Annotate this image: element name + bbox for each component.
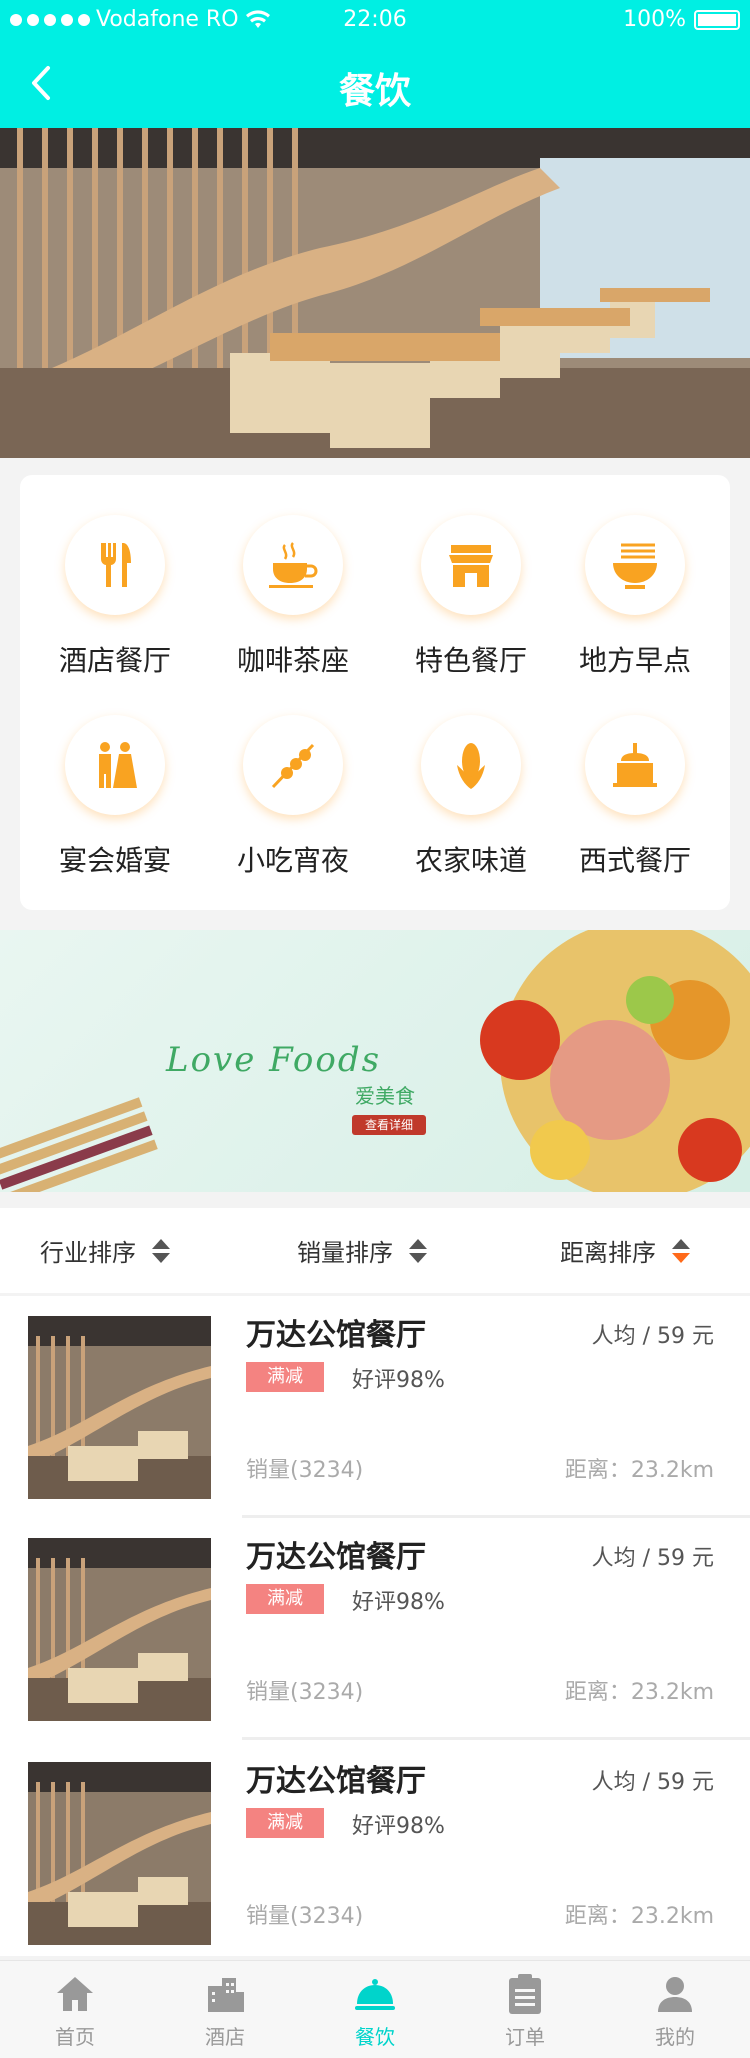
- list-item[interactable]: 万达公馆餐厅 人均 / 59 元 满减 好评98% 销量(3234) 距离：23…: [0, 1742, 750, 1956]
- category-snacks[interactable]: 小吃宵夜: [208, 715, 378, 895]
- noodle-bowl-icon: [585, 515, 685, 615]
- battery-info: 100%: [623, 7, 740, 32]
- category-wedding[interactable]: 宴会婚宴: [30, 715, 200, 895]
- sort-industry[interactable]: 行业排序: [40, 1233, 170, 1268]
- clipboard-icon: [450, 1969, 600, 2019]
- restaurant-rating: 好评98%: [352, 1590, 445, 1615]
- skewer-icon: [243, 715, 343, 815]
- category-breakfast[interactable]: 地方早点: [550, 515, 720, 695]
- category-label: 小吃宵夜: [236, 844, 349, 877]
- cloche-icon: [300, 1969, 450, 2019]
- tab-dining[interactable]: 餐饮: [300, 1969, 450, 2050]
- category-label: 特色餐厅: [414, 644, 527, 677]
- divider: [242, 1737, 750, 1740]
- tab-profile[interactable]: 我的: [600, 1969, 750, 2050]
- restaurant-distance: 距离：23.2km: [564, 1458, 714, 1483]
- cake-icon: [585, 715, 685, 815]
- tab-label: 首页: [55, 2025, 95, 2049]
- category-label: 农家味道: [414, 844, 527, 877]
- tab-label: 订单: [505, 2025, 545, 2049]
- sort-arrows-icon: [409, 1238, 427, 1263]
- battery-percent: 100%: [623, 7, 686, 32]
- restaurant-distance: 距离：23.2km: [564, 1904, 714, 1929]
- hero-image: [0, 128, 750, 458]
- restaurant-price: 人均 / 59 元: [591, 1546, 714, 1571]
- banner-detail-button[interactable]: 查看详细: [352, 1115, 426, 1135]
- restaurant-rating: 好评98%: [352, 1814, 445, 1839]
- sort-bar: 行业排序 销量排序 距离排序: [0, 1208, 750, 1293]
- restaurant-rating: 好评98%: [352, 1368, 445, 1393]
- fork-knife-icon: [65, 515, 165, 615]
- category-western[interactable]: 西式餐厅: [550, 715, 720, 895]
- list-item[interactable]: 万达公馆餐厅 人均 / 59 元 满减 好评98% 销量(3234) 距离：23…: [0, 1518, 750, 1740]
- restaurant-price: 人均 / 59 元: [591, 1324, 714, 1349]
- category-label: 西式餐厅: [578, 844, 691, 877]
- sort-sales[interactable]: 销量排序: [297, 1233, 427, 1268]
- category-special[interactable]: 特色餐厅: [386, 515, 556, 695]
- restaurant-sales: 销量(3234): [246, 1904, 364, 1929]
- sort-label: 距离排序: [560, 1239, 656, 1267]
- banner-subtitle: 爱美食: [355, 1084, 415, 1108]
- promo-banner[interactable]: Love Foods 爱美食 查看详细: [0, 930, 750, 1192]
- restaurant-name: 万达公馆餐厅: [246, 1764, 426, 1799]
- tab-label: 我的: [655, 2025, 695, 2049]
- tab-orders[interactable]: 订单: [450, 1969, 600, 2050]
- nav-bar: 餐饮: [0, 40, 750, 128]
- category-label: 宴会婚宴: [58, 844, 171, 877]
- restaurant-thumbnail: [28, 1316, 211, 1499]
- category-label: 咖啡茶座: [236, 644, 349, 677]
- restaurant-name: 万达公馆餐厅: [246, 1318, 426, 1353]
- buildings-icon: [150, 1969, 300, 2019]
- shop-icon: [421, 515, 521, 615]
- category-hotel-restaurant[interactable]: 酒店餐厅: [30, 515, 200, 695]
- restaurant-sales: 销量(3234): [246, 1458, 364, 1483]
- sort-distance[interactable]: 距离排序: [560, 1233, 690, 1268]
- couple-icon: [65, 715, 165, 815]
- restaurant-price: 人均 / 59 元: [591, 1770, 714, 1795]
- banner-title: Love Foods: [166, 1040, 382, 1080]
- category-label: 地方早点: [578, 644, 691, 677]
- restaurant-thumbnail: [28, 1538, 211, 1721]
- discount-badge: 满减: [246, 1584, 324, 1614]
- restaurant-thumbnail: [28, 1762, 211, 1945]
- top-bar: Vodafone RO 22:06 100% 餐饮: [0, 0, 750, 128]
- sort-label: 销量排序: [297, 1239, 393, 1267]
- discount-badge: 满减: [246, 1808, 324, 1838]
- sort-arrows-icon: [672, 1238, 690, 1263]
- category-coffee[interactable]: 咖啡茶座: [208, 515, 378, 695]
- tab-hotel[interactable]: 酒店: [150, 1969, 300, 2050]
- restaurant-list: 万达公馆餐厅 人均 / 59 元 满减 好评98% 销量(3234) 距离：23…: [0, 1296, 750, 1956]
- corn-icon: [421, 715, 521, 815]
- tab-bar: 首页 酒店 餐饮 订单 我的: [0, 1960, 750, 2058]
- category-farm[interactable]: 农家味道: [386, 715, 556, 895]
- page-title: 餐饮: [338, 71, 411, 112]
- status-bar: Vodafone RO 22:06 100%: [0, 0, 750, 40]
- coffee-cup-icon: [243, 515, 343, 615]
- tab-label: 餐饮: [355, 2025, 395, 2049]
- tab-label: 酒店: [205, 2025, 245, 2049]
- home-icon: [0, 1969, 150, 2019]
- list-item[interactable]: 万达公馆餐厅 人均 / 59 元 满减 好评98% 销量(3234) 距离：23…: [0, 1296, 750, 1518]
- restaurant-sales: 销量(3234): [246, 1680, 364, 1705]
- discount-badge: 满减: [246, 1362, 324, 1392]
- tab-home[interactable]: 首页: [0, 1969, 150, 2050]
- sort-arrows-icon: [152, 1238, 170, 1263]
- category-grid: 酒店餐厅 咖啡茶座 特色餐厅 地方早点 宴会婚宴 小吃宵夜 农家味道 西式餐厅: [20, 475, 730, 910]
- restaurant-distance: 距离：23.2km: [564, 1680, 714, 1705]
- category-label: 酒店餐厅: [58, 644, 171, 677]
- sort-label: 行业排序: [40, 1239, 136, 1267]
- battery-icon: [694, 9, 740, 30]
- restaurant-name: 万达公馆餐厅: [246, 1540, 426, 1575]
- user-icon: [600, 1969, 750, 2019]
